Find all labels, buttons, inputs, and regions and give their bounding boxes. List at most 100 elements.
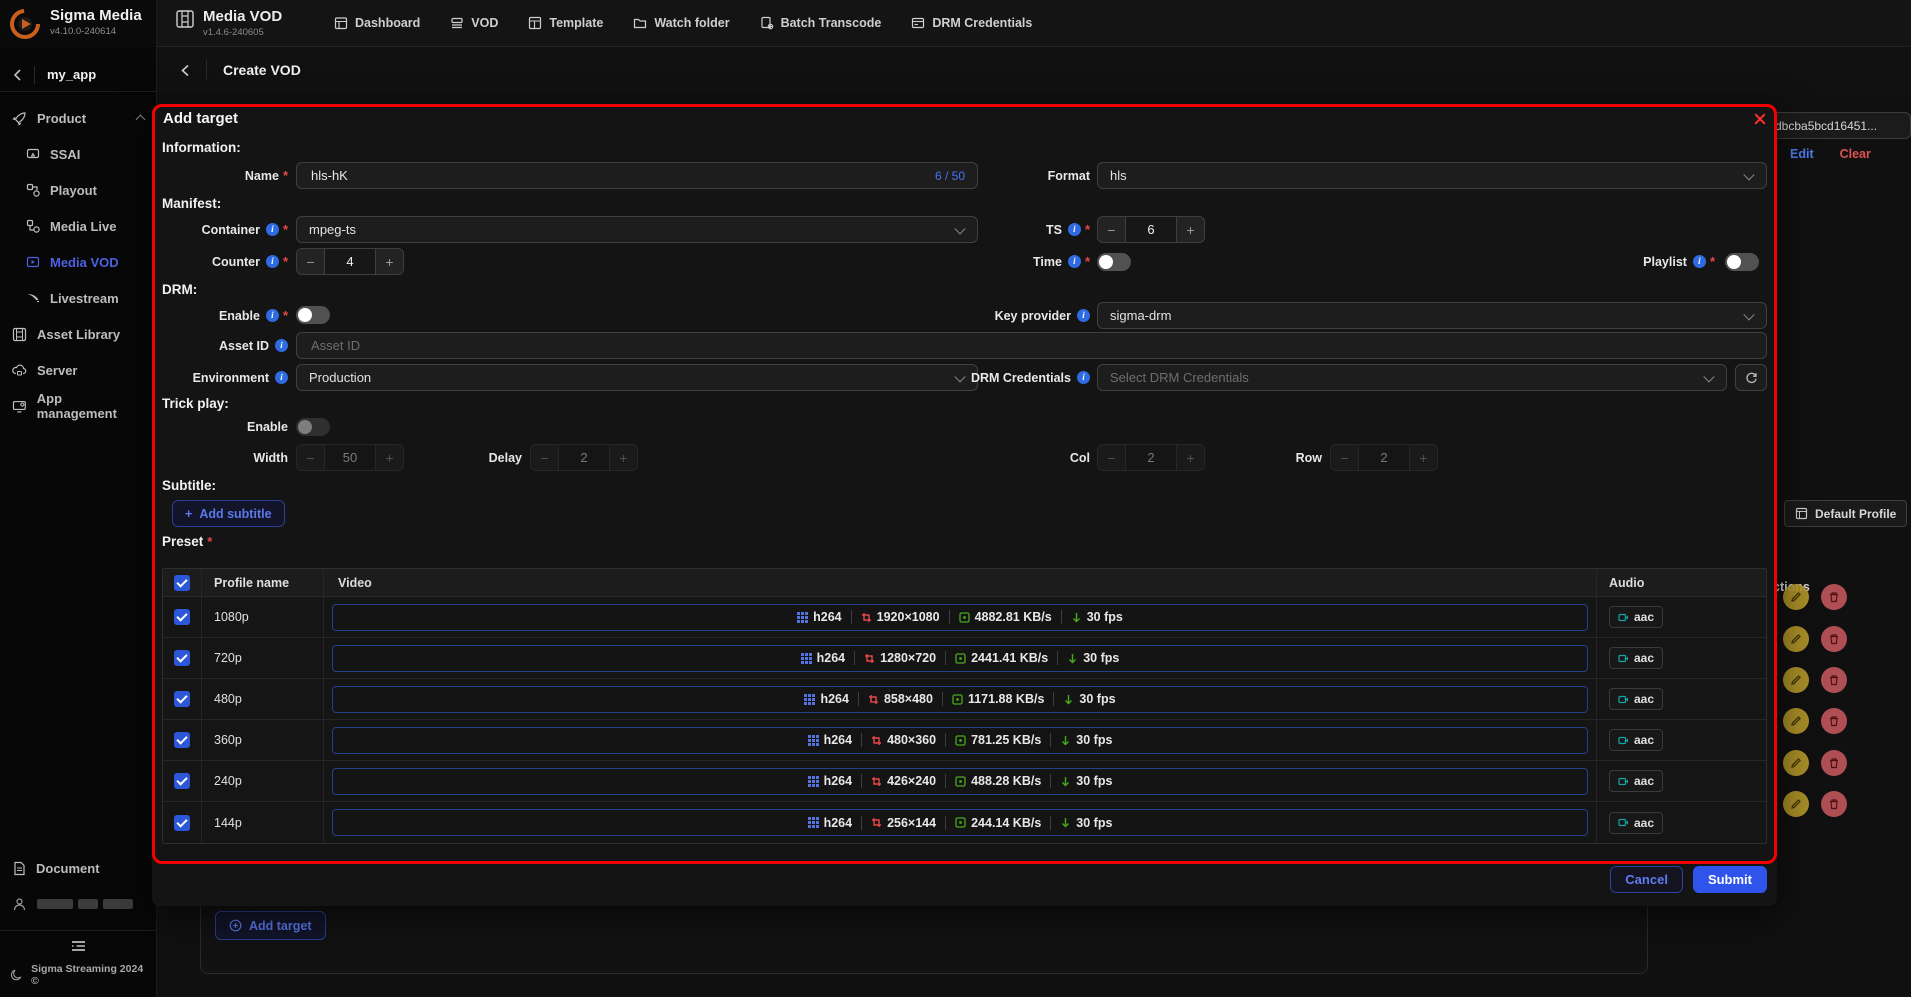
background-asset-id-field[interactable]: dbcba5bcd16451... bbox=[1770, 112, 1911, 139]
submit-button[interactable]: Submit bbox=[1693, 866, 1767, 893]
delete-row-button[interactable] bbox=[1821, 750, 1847, 776]
edit-link[interactable]: Edit bbox=[1790, 147, 1814, 161]
increment-button[interactable]: + bbox=[1177, 445, 1204, 470]
copyright: Sigma Streaming 2024 © bbox=[31, 963, 146, 987]
sidebar-item-document[interactable]: Document bbox=[0, 850, 156, 886]
decrement-button[interactable]: − bbox=[1098, 445, 1125, 470]
row-checkbox[interactable] bbox=[174, 732, 190, 748]
decrement-button[interactable]: − bbox=[531, 445, 558, 470]
user-row[interactable] bbox=[0, 886, 156, 922]
row-checkbox[interactable] bbox=[174, 650, 190, 666]
asset-id-input[interactable] bbox=[309, 337, 1754, 354]
manifest-heading: Manifest: bbox=[162, 196, 221, 211]
counter-value[interactable]: 4 bbox=[324, 249, 376, 274]
audio-codec-icon bbox=[1618, 653, 1629, 664]
cancel-button[interactable]: Cancel bbox=[1610, 866, 1683, 893]
back-icon[interactable] bbox=[179, 64, 192, 77]
row-checkbox[interactable] bbox=[174, 609, 190, 625]
info-icon bbox=[1077, 309, 1090, 322]
refresh-button[interactable] bbox=[1735, 364, 1767, 391]
key-provider-select[interactable]: sigma-drm bbox=[1097, 302, 1767, 329]
audio-settings-pill[interactable]: aac bbox=[1609, 688, 1663, 710]
sidebar-item-livestream[interactable]: Livestream bbox=[0, 280, 156, 316]
back-icon[interactable] bbox=[12, 69, 24, 81]
edit-row-button[interactable] bbox=[1783, 667, 1809, 693]
nav-label: DRM Credentials bbox=[932, 16, 1032, 30]
increment-button[interactable]: + bbox=[1177, 217, 1204, 242]
sidebar-item-server[interactable]: Server bbox=[0, 352, 156, 388]
video-settings-pill[interactable]: h264 426×240 488.28 KB/s 30 fps bbox=[332, 768, 1588, 795]
nav-drm-credentials[interactable]: DRM Credentials bbox=[911, 16, 1032, 30]
increment-button[interactable]: + bbox=[610, 445, 637, 470]
time-toggle[interactable] bbox=[1097, 253, 1131, 271]
audio-settings-pill[interactable]: aac bbox=[1609, 729, 1663, 751]
video-settings-pill[interactable]: h264 1920×1080 4882.81 KB/s 30 fps bbox=[332, 604, 1588, 631]
row-checkbox[interactable] bbox=[174, 691, 190, 707]
sidebar-item-playout[interactable]: Playout bbox=[0, 172, 156, 208]
add-subtitle-button[interactable]: + Add subtitle bbox=[172, 500, 285, 527]
video-settings-pill[interactable]: h264 858×480 1171.88 KB/s 30 fps bbox=[332, 686, 1588, 713]
nav-batch-transcode[interactable]: Batch Transcode bbox=[760, 16, 882, 30]
delete-row-button[interactable] bbox=[1821, 708, 1847, 734]
counter-label: Counter bbox=[162, 248, 288, 275]
default-profile-button[interactable]: Default Profile bbox=[1784, 500, 1907, 527]
nav-template[interactable]: Template bbox=[528, 16, 603, 30]
edit-row-button[interactable] bbox=[1783, 584, 1809, 610]
collapse-menu-icon[interactable] bbox=[70, 939, 87, 953]
playlist-label: Playlist bbox=[1595, 248, 1715, 275]
trash-icon bbox=[1828, 633, 1840, 645]
edit-row-button[interactable] bbox=[1783, 708, 1809, 734]
drm-credentials-select[interactable]: Select DRM Credentials bbox=[1097, 364, 1727, 391]
increment-button[interactable]: + bbox=[376, 249, 403, 274]
sidebar-item-asset-library[interactable]: Asset Library bbox=[0, 316, 156, 352]
col-value[interactable]: 2 bbox=[1125, 445, 1177, 470]
decrement-button[interactable]: − bbox=[297, 445, 324, 470]
row-checkbox[interactable] bbox=[174, 773, 190, 789]
playlist-toggle[interactable] bbox=[1725, 253, 1759, 271]
format-select[interactable]: hls bbox=[1097, 162, 1767, 189]
sidebar-item-media-vod[interactable]: Media VOD bbox=[0, 244, 156, 280]
clear-link[interactable]: Clear bbox=[1840, 147, 1871, 161]
audio-settings-pill[interactable]: aac bbox=[1609, 606, 1663, 628]
trick-enable-toggle[interactable] bbox=[296, 418, 330, 436]
app-name[interactable]: my_app bbox=[34, 66, 96, 84]
nav-watch-folder[interactable]: Watch folder bbox=[633, 16, 729, 30]
preset-table-header: Profile name Video Audio bbox=[163, 569, 1766, 597]
edit-row-button[interactable] bbox=[1783, 791, 1809, 817]
sidebar-item-media-live[interactable]: Media Live bbox=[0, 208, 156, 244]
ts-value[interactable]: 6 bbox=[1125, 217, 1177, 242]
name-input[interactable] bbox=[309, 167, 927, 184]
edit-row-button[interactable] bbox=[1783, 626, 1809, 652]
delete-row-button[interactable] bbox=[1821, 584, 1847, 610]
width-value[interactable]: 50 bbox=[324, 445, 376, 470]
decrement-button[interactable]: − bbox=[1098, 217, 1125, 242]
delay-value[interactable]: 2 bbox=[558, 445, 610, 470]
dark-mode-moon-icon[interactable] bbox=[10, 968, 23, 982]
audio-settings-pill[interactable]: aac bbox=[1609, 812, 1663, 834]
close-icon[interactable] bbox=[1753, 112, 1767, 126]
nav-vod[interactable]: VOD bbox=[450, 16, 498, 30]
decrement-button[interactable]: − bbox=[1331, 445, 1358, 470]
sidebar-item-app-management[interactable]: App management bbox=[0, 388, 156, 424]
delete-row-button[interactable] bbox=[1821, 626, 1847, 652]
sidebar-item-ssai[interactable]: SSAI bbox=[0, 136, 156, 172]
video-settings-pill[interactable]: h264 256×144 244.14 KB/s 30 fps bbox=[332, 809, 1588, 836]
row-value[interactable]: 2 bbox=[1358, 445, 1410, 470]
video-settings-pill[interactable]: h264 1280×720 2441.41 KB/s 30 fps bbox=[332, 645, 1588, 672]
delete-row-button[interactable] bbox=[1821, 667, 1847, 693]
row-checkbox[interactable] bbox=[174, 815, 190, 831]
nav-dashboard[interactable]: Dashboard bbox=[334, 16, 420, 30]
delete-row-button[interactable] bbox=[1821, 791, 1847, 817]
sidebar-item-product[interactable]: Product bbox=[0, 100, 156, 136]
drm-enable-toggle[interactable] bbox=[296, 306, 330, 324]
decrement-button[interactable]: − bbox=[297, 249, 324, 274]
edit-row-button[interactable] bbox=[1783, 750, 1809, 776]
increment-button[interactable]: + bbox=[1410, 445, 1437, 470]
video-settings-pill[interactable]: h264 480×360 781.25 KB/s 30 fps bbox=[332, 727, 1588, 754]
trash-icon bbox=[1828, 591, 1840, 603]
audio-settings-pill[interactable]: aac bbox=[1609, 770, 1663, 792]
select-all-checkbox[interactable] bbox=[174, 575, 190, 591]
audio-settings-pill[interactable]: aac bbox=[1609, 647, 1663, 669]
add-target-button[interactable]: Add target bbox=[215, 911, 326, 940]
increment-button[interactable]: + bbox=[376, 445, 403, 470]
